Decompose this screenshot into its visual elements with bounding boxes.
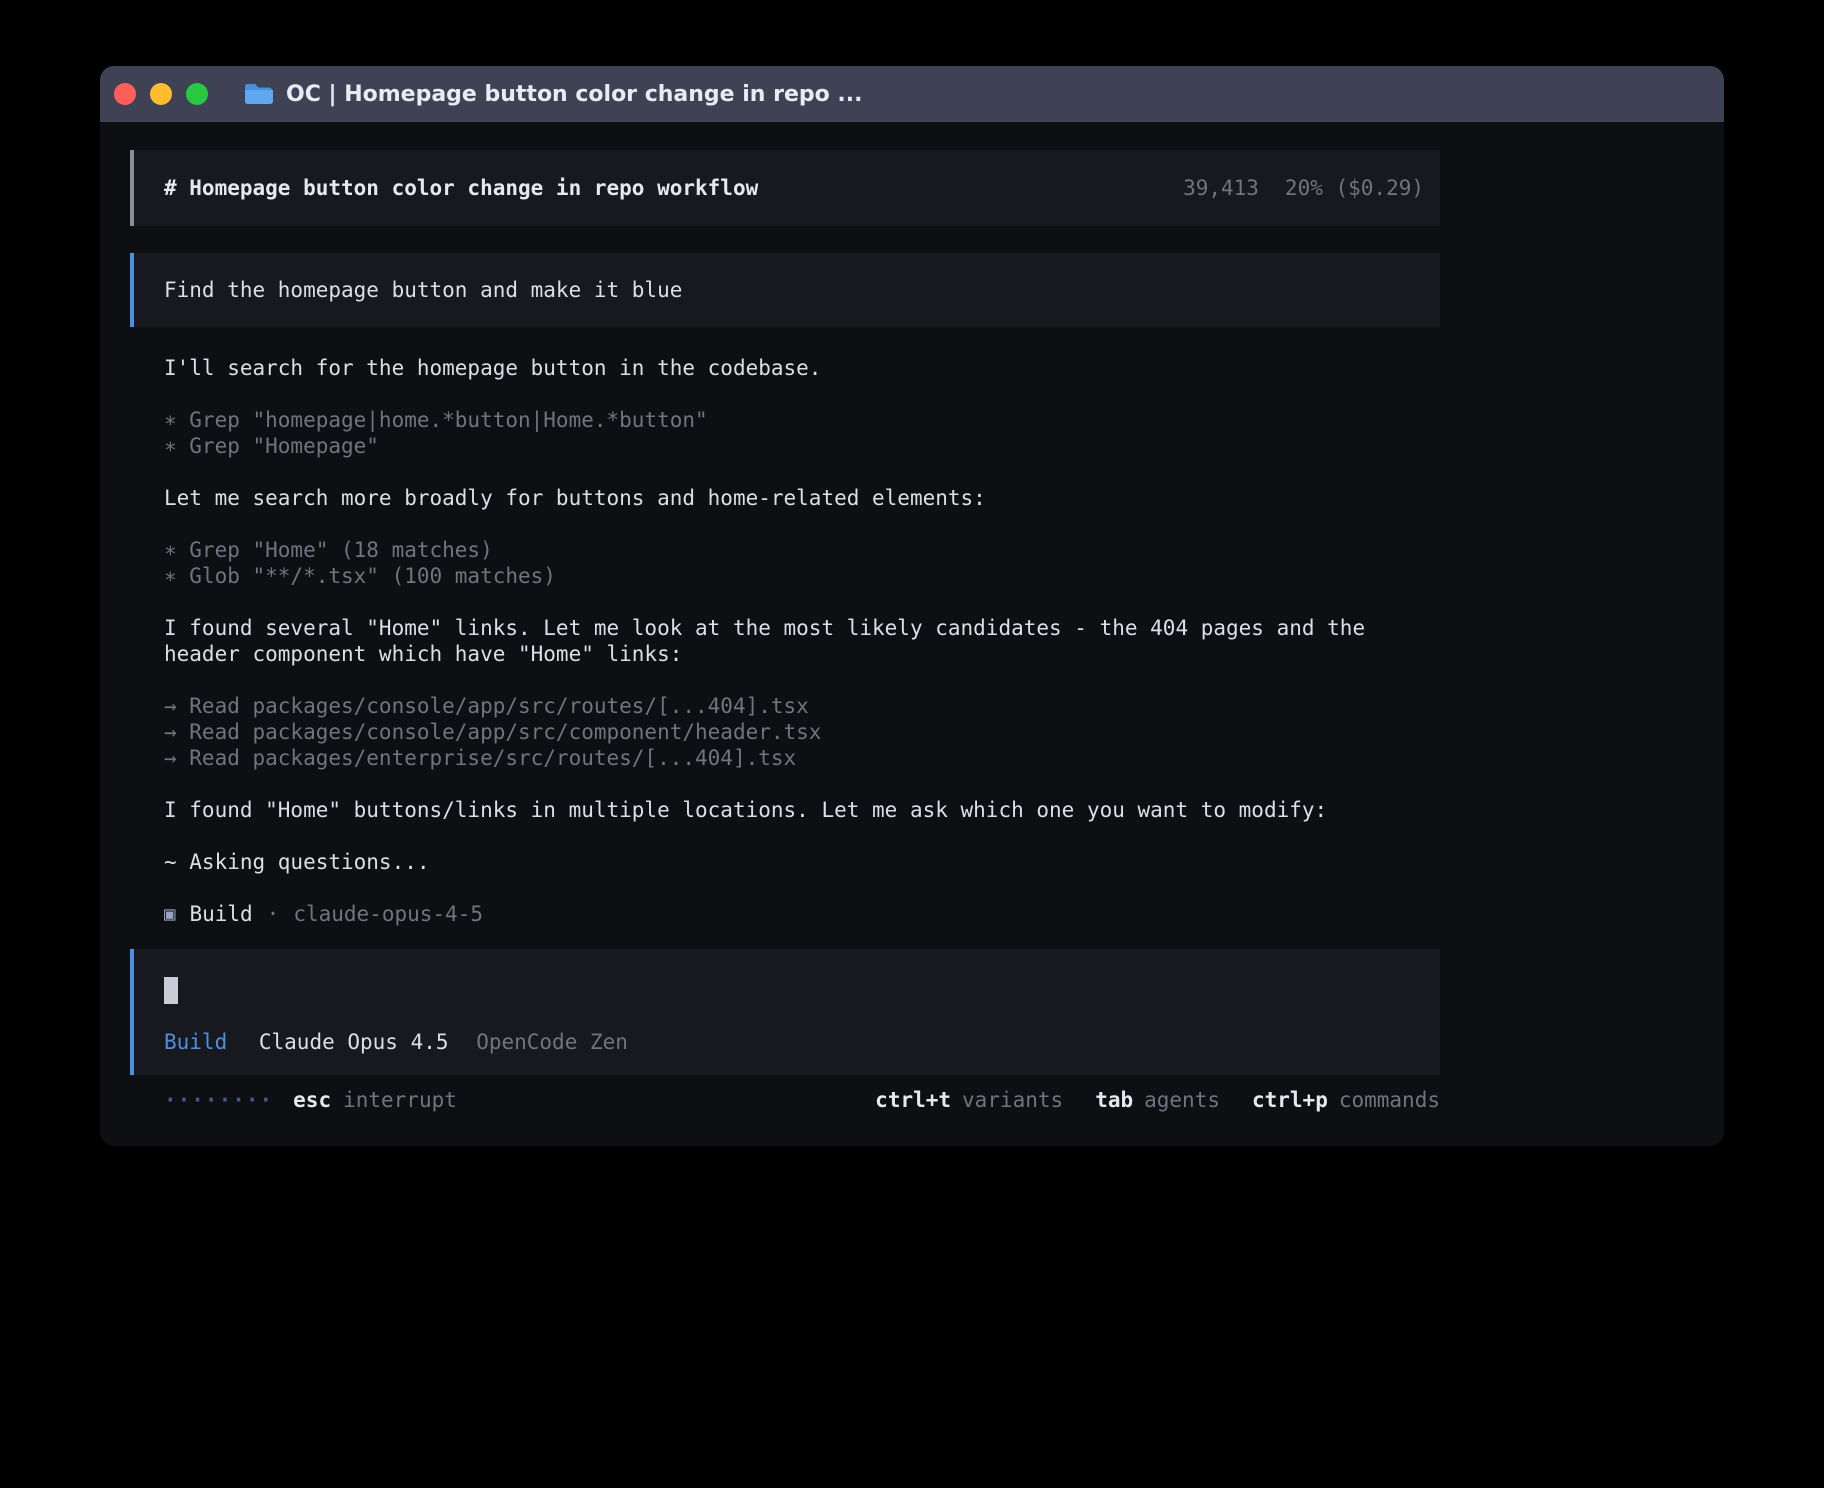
status-footer: ········ esc interrupt ctrl+tvariants tab…	[130, 1087, 1440, 1113]
model-selector-row: Build Claude Opus 4.5 OpenCode Zen	[164, 1029, 1424, 1055]
agent-name: Build	[189, 901, 252, 927]
close-button[interactable]	[114, 83, 136, 105]
tool-call-read: → Read packages/enterprise/src/routes/[.…	[164, 745, 1414, 771]
assistant-text: I'll search for the homepage button in t…	[164, 355, 1414, 381]
window-titlebar[interactable]: OC | Homepage button color change in rep…	[100, 66, 1724, 122]
session-header: # Homepage button color change in repo w…	[130, 150, 1440, 226]
tool-call-grep: ∗ Grep "Home" (18 matches)	[164, 537, 1414, 563]
tool-call-read: → Read packages/console/app/src/routes/[…	[164, 693, 1414, 719]
agent-status-line: ▣ Build · claude-opus-4-5	[164, 901, 1724, 927]
assistant-text: Let me search more broadly for buttons a…	[164, 485, 1414, 511]
agent-icon: ▣	[164, 901, 175, 927]
esc-key-hint: esc	[293, 1088, 331, 1112]
input-model-label: Claude Opus 4.5	[259, 1030, 449, 1054]
token-count: 39,413	[1183, 175, 1259, 201]
session-title: # Homepage button color change in repo w…	[164, 175, 758, 201]
shortcut-agents: tabagents	[1095, 1087, 1220, 1113]
spinner-dots-icon: ········	[164, 1087, 273, 1113]
window-title: OC | Homepage button color change in rep…	[286, 82, 862, 107]
tool-call-glob: ∗ Glob "**/*.tsx" (100 matches)	[164, 563, 1414, 589]
separator-dot: ·	[267, 901, 280, 927]
input-provider-label: OpenCode Zen	[476, 1030, 628, 1054]
shortcut-commands: ctrl+pcommands	[1252, 1087, 1440, 1113]
context-usage: 20% ($0.29)	[1285, 175, 1424, 201]
assistant-text: I found "Home" buttons/links in multiple…	[164, 797, 1414, 823]
minimize-button[interactable]	[150, 83, 172, 105]
folder-icon	[244, 82, 274, 106]
text-cursor	[164, 977, 178, 1004]
assistant-status-text: ~ Asking questions...	[164, 849, 1414, 875]
tool-call-grep: ∗ Grep "homepage|home.*button|Home.*butt…	[164, 407, 1414, 433]
user-message-text: Find the homepage button and make it blu…	[164, 277, 1424, 303]
tool-call-grep: ∗ Grep "Homepage"	[164, 433, 1414, 459]
assistant-text: I found several "Home" links. Let me loo…	[164, 615, 1414, 667]
prompt-input[interactable]: Build Claude Opus 4.5 OpenCode Zen	[130, 949, 1440, 1075]
input-agent-label: Build	[164, 1030, 227, 1054]
zoom-button[interactable]	[186, 83, 208, 105]
terminal-window: OC | Homepage button color change in rep…	[100, 66, 1724, 1146]
esc-key-label: interrupt	[343, 1088, 457, 1112]
conversation: I'll search for the homepage button in t…	[130, 355, 1724, 927]
user-message: Find the homepage button and make it blu…	[130, 253, 1440, 327]
tool-call-read: → Read packages/console/app/src/componen…	[164, 719, 1414, 745]
shortcut-variants: ctrl+tvariants	[875, 1087, 1063, 1113]
model-name: claude-opus-4-5	[293, 901, 483, 927]
